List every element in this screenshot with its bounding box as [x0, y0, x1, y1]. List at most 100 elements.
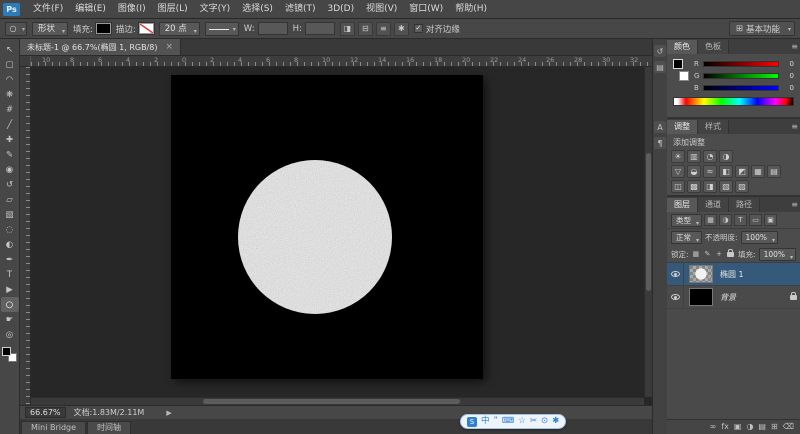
- shape-width-input[interactable]: [257, 22, 288, 35]
- tool-crop[interactable]: #: [1, 102, 19, 117]
- zoom-level-input[interactable]: 66.67%: [25, 407, 66, 418]
- tool-mode-select[interactable]: 形状: [32, 21, 69, 38]
- color-spectrum-ramp[interactable]: [673, 97, 794, 106]
- ime-keyboard-icon[interactable]: ⌨: [502, 415, 514, 428]
- new-adjustment-layer-icon[interactable]: ◑: [746, 420, 753, 434]
- tool-move[interactable]: ↖: [1, 42, 19, 57]
- filter-smart-objects-icon[interactable]: ▣: [764, 214, 777, 226]
- tool-ellipse-shape[interactable]: ○: [0, 297, 19, 312]
- fill-swatch[interactable]: [95, 23, 111, 34]
- menu-select[interactable]: 选择(S): [236, 0, 279, 18]
- horizontal-ruler[interactable]: 10 8 6 4 2 0 2 4 6 8 10 12 14 16 18 20 22 24 26 28 30 32: [31, 56, 652, 67]
- lock-position-icon[interactable]: +: [715, 249, 724, 260]
- new-group-icon[interactable]: ▤: [758, 420, 766, 434]
- layer-thumbnail-ellipse[interactable]: [689, 265, 713, 283]
- filter-type-layers-icon[interactable]: T: [734, 214, 747, 226]
- tool-hand[interactable]: ☛: [1, 312, 19, 327]
- selective-color-icon[interactable]: ▨: [735, 180, 749, 193]
- filter-adjustment-layers-icon[interactable]: ◑: [719, 214, 732, 226]
- foreground-background-swatches[interactable]: [2, 347, 17, 362]
- vertical-scrollbar-thumb[interactable]: [646, 152, 651, 292]
- photo-filter-icon[interactable]: ◩: [735, 165, 749, 178]
- invert-icon[interactable]: ◫: [671, 180, 685, 193]
- tool-history-brush[interactable]: ↺: [1, 177, 19, 192]
- canvas-viewport[interactable]: [31, 67, 652, 405]
- green-value[interactable]: 0: [782, 72, 794, 80]
- vertical-ruler[interactable]: [20, 67, 31, 405]
- tool-rectangular-marquee[interactable]: ▢: [1, 57, 19, 72]
- menu-image[interactable]: 图像(I): [112, 0, 152, 18]
- black-white-icon[interactable]: ◧: [719, 165, 733, 178]
- path-operations-button[interactable]: ◨: [339, 21, 355, 36]
- tool-brush[interactable]: ✎: [1, 147, 19, 162]
- tool-healing-brush[interactable]: ✚: [1, 132, 19, 147]
- posterize-icon[interactable]: ▩: [687, 180, 701, 193]
- tab-swatches[interactable]: 色板: [698, 40, 729, 54]
- tool-eyedropper[interactable]: ╱: [1, 117, 19, 132]
- lock-transparent-pixels-icon[interactable]: ▦: [692, 249, 701, 260]
- exposure-icon[interactable]: ◑: [719, 150, 733, 163]
- properties-panel-icon[interactable]: ▤: [654, 61, 666, 73]
- color-lookup-icon[interactable]: ▤: [767, 165, 781, 178]
- tab-paths[interactable]: 路径: [729, 198, 760, 212]
- ime-language-mode-icon[interactable]: 中: [481, 415, 490, 428]
- tool-gradient[interactable]: ▧: [1, 207, 19, 222]
- gradient-map-icon[interactable]: ▧: [719, 180, 733, 193]
- panel-menu-icon[interactable]: ≡: [791, 122, 798, 131]
- workspace-switcher[interactable]: ⊞ 基本功能: [728, 21, 795, 36]
- menu-edit[interactable]: 编辑(E): [69, 0, 112, 18]
- tool-pen[interactable]: ✒: [1, 252, 19, 267]
- menu-file[interactable]: 文件(F): [27, 0, 69, 18]
- new-layer-icon[interactable]: ⊞: [771, 420, 778, 434]
- menu-help[interactable]: 帮助(H): [449, 0, 493, 18]
- character-panel-icon[interactable]: A: [654, 121, 666, 133]
- tool-lasso[interactable]: ◠: [1, 72, 19, 87]
- menu-view[interactable]: 视图(V): [360, 0, 403, 18]
- vertical-scrollbar[interactable]: [644, 67, 652, 397]
- path-arrangement-button[interactable]: ≡: [375, 21, 391, 36]
- channel-mixer-icon[interactable]: ▦: [751, 165, 765, 178]
- ime-favorites-icon[interactable]: ☆: [518, 415, 526, 428]
- add-layer-mask-icon[interactable]: ▣: [734, 420, 742, 434]
- layer-name[interactable]: 背景: [720, 292, 790, 303]
- shape-height-input[interactable]: [304, 22, 335, 35]
- document-tab[interactable]: 未标题-1 @ 66.7%(椭圆 1, RGB/8) ×: [20, 39, 182, 55]
- tool-type[interactable]: T: [1, 267, 19, 282]
- tool-path-selection[interactable]: ▶: [1, 282, 19, 297]
- filter-pixel-layers-icon[interactable]: ▦: [704, 214, 717, 226]
- menu-3d[interactable]: 3D(D): [321, 0, 360, 18]
- ime-settings-icon[interactable]: ✱: [552, 415, 559, 428]
- horizontal-scrollbar[interactable]: [31, 397, 644, 405]
- menu-filter[interactable]: 滤镜(T): [279, 0, 322, 18]
- red-value[interactable]: 0: [782, 60, 794, 68]
- layer-visibility-toggle[interactable]: [667, 263, 684, 285]
- blend-mode-select[interactable]: 正常: [671, 231, 702, 246]
- shape-settings-button[interactable]: ✱: [393, 21, 409, 36]
- panel-menu-icon[interactable]: ≡: [791, 42, 798, 51]
- document-canvas[interactable]: [171, 75, 483, 379]
- layer-thumbnail-background[interactable]: [689, 288, 713, 306]
- vibrance-icon[interactable]: ▽: [671, 165, 685, 178]
- tool-blur[interactable]: ◌: [1, 222, 19, 237]
- layer-visibility-toggle[interactable]: [667, 286, 684, 308]
- color-fg-bg-swatches[interactable]: [673, 59, 689, 81]
- path-alignment-button[interactable]: ⊟: [357, 21, 373, 36]
- menu-type[interactable]: 文字(Y): [194, 0, 237, 18]
- tab-layers[interactable]: 图层: [667, 198, 698, 212]
- tool-quick-selection[interactable]: ❋: [1, 87, 19, 102]
- blue-value[interactable]: 0: [782, 84, 794, 92]
- red-slider[interactable]: [703, 61, 779, 67]
- curves-icon[interactable]: ◔: [703, 150, 717, 163]
- ruler-origin-corner[interactable]: [20, 56, 31, 67]
- blue-slider[interactable]: [703, 85, 779, 91]
- background-swatch[interactable]: [679, 71, 689, 81]
- layer-row-background[interactable]: 背景: [667, 286, 800, 309]
- panel-menu-icon[interactable]: ≡: [791, 200, 798, 209]
- stroke-swatch[interactable]: [138, 23, 154, 34]
- foreground-color-swatch[interactable]: [2, 347, 11, 356]
- tab-color[interactable]: 颜色: [667, 40, 698, 54]
- brightness-contrast-icon[interactable]: ☀: [671, 150, 685, 163]
- stroke-width-select[interactable]: 20 点: [158, 21, 200, 38]
- ime-logo-icon[interactable]: S: [467, 416, 477, 427]
- hue-saturation-icon[interactable]: ◒: [687, 165, 701, 178]
